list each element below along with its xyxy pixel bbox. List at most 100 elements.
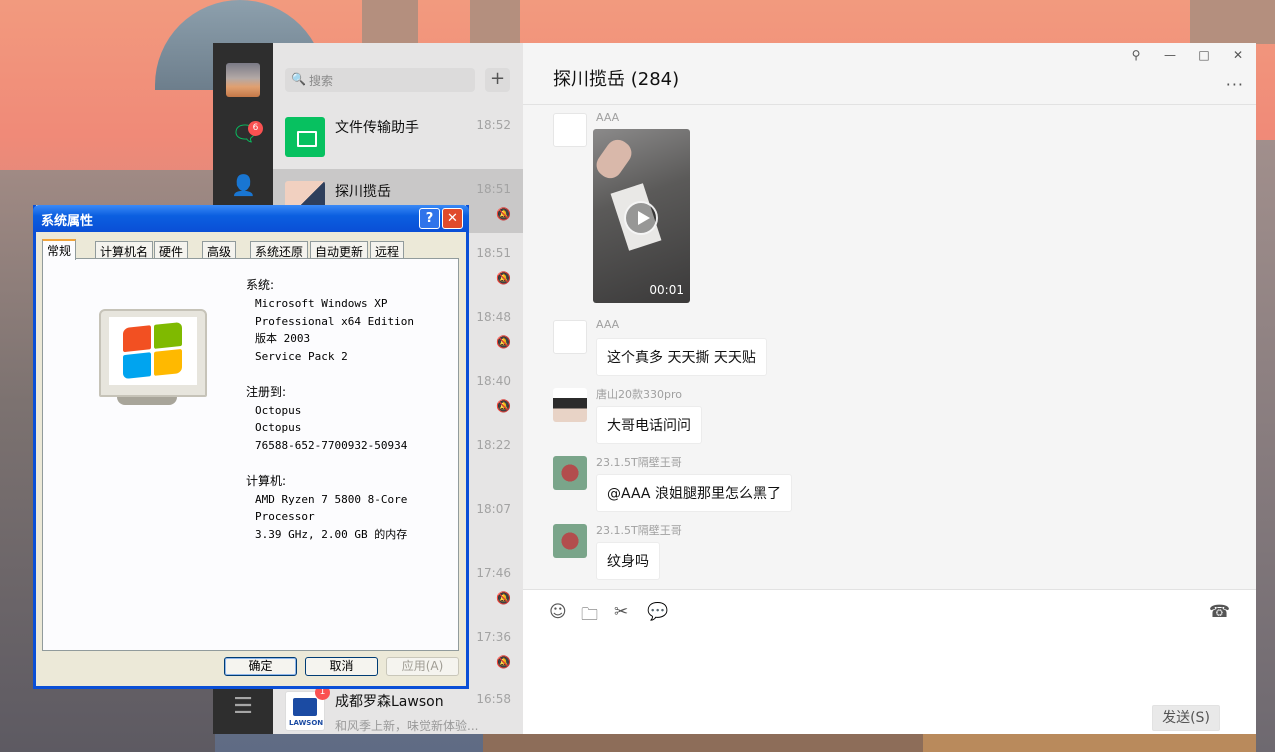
sender-avatar[interactable]	[553, 113, 587, 147]
conversation-time: 16:58	[476, 692, 511, 706]
conversation-name: 成都罗森Lawson	[335, 694, 444, 710]
mute-bell-icon: 🔕	[496, 271, 511, 285]
close-icon[interactable]: ✕	[1228, 48, 1248, 62]
sender-avatar[interactable]	[553, 456, 587, 490]
sender-avatar[interactable]	[553, 388, 587, 422]
ok-button[interactable]: 确定	[224, 657, 297, 676]
video-thumbnail-finger	[593, 135, 637, 183]
registered-line: 76588-652-7700932-50934	[255, 439, 408, 453]
video-duration: 00:01	[649, 283, 684, 297]
flag-quadrant	[123, 352, 151, 380]
mute-bell-icon: 🔕	[496, 335, 511, 349]
monitor-stand	[117, 397, 177, 405]
conversation-time: 17:36	[476, 630, 511, 644]
cancel-button[interactable]: 取消	[305, 657, 378, 676]
system-line: Professional x64 Edition	[255, 314, 414, 328]
unread-badge: 6	[248, 121, 263, 136]
search-box[interactable]: 🔍 搜索	[285, 68, 475, 92]
minimize-icon[interactable]: —	[1160, 48, 1180, 62]
video-message[interactable]: 00:01	[593, 129, 690, 303]
conversation-time: 18:22	[476, 438, 511, 452]
flag-quadrant	[123, 325, 151, 353]
dialog-title: 系统属性	[41, 214, 94, 229]
conversation-time: 18:51	[476, 182, 511, 196]
registered-line: Octopus	[255, 421, 302, 435]
maximize-icon[interactable]: □	[1194, 48, 1214, 62]
system-line: Service Pack 2	[255, 350, 348, 364]
conversation-time: 18:07	[476, 502, 511, 516]
folder-icon[interactable]: 🗀	[581, 602, 598, 631]
hamburger-menu-icon[interactable]: ☰	[231, 695, 255, 719]
tab-automatic-updates[interactable]: 自动更新	[310, 241, 369, 259]
emoji-icon[interactable]: ☺	[549, 602, 567, 622]
conversation-time: 18:52	[476, 118, 511, 132]
computer-line: 3.39 GHz, 2.00 GB 的内存	[255, 528, 408, 542]
help-icon[interactable]: ?	[419, 208, 440, 229]
sender-avatar[interactable]	[553, 320, 587, 354]
my-avatar[interactable]	[226, 63, 260, 97]
conversation-time: 18:51	[476, 246, 511, 260]
chat-panel: ⚲ — □ ✕ 探川揽岳 (284) ··· AAA 00:01 AAA 这个真…	[523, 43, 1256, 734]
tab-computer-name[interactable]: 计算机名	[95, 241, 154, 259]
system-info: 系统: Microsoft Windows XP Professional x64 …	[246, 277, 414, 544]
system-properties-dialog: 系统属性 ? ✕ 常规 计算机名 硬件 高级 系统还原 自动更新 远程 系统: M…	[33, 205, 469, 689]
mute-bell-icon: 🔕	[496, 591, 511, 605]
play-icon[interactable]	[624, 201, 658, 235]
conversation-time: 18:48	[476, 310, 511, 324]
close-icon[interactable]: ✕	[442, 208, 463, 229]
conversation-time: 18:40	[476, 374, 511, 388]
video-call-icon[interactable]: ☎	[1209, 602, 1230, 622]
lawson-logo-text: LAWSON	[289, 719, 324, 727]
more-options-icon[interactable]: ···	[1226, 75, 1244, 94]
mute-bell-icon: 🔕	[496, 655, 511, 669]
tab-hardware[interactable]: 硬件	[154, 241, 189, 259]
sender-avatar[interactable]	[553, 524, 587, 558]
tab-general[interactable]: 常规	[42, 239, 77, 260]
conversation-name: 文件传输助手	[335, 120, 419, 136]
mute-bell-icon: 🔕	[496, 399, 511, 413]
message-bubble[interactable]: 这个真多 天天撕 天天贴	[596, 338, 767, 376]
wallpaper-buildings-right	[1256, 140, 1275, 752]
sender-name: 唐山20款330pro	[596, 388, 682, 401]
tab-remote[interactable]: 远程	[370, 241, 405, 259]
contacts-icon[interactable]: 👤	[231, 173, 256, 197]
monitor-screen	[109, 317, 197, 385]
wallpaper-rooftops	[483, 734, 923, 752]
wallpaper-tower	[362, 0, 418, 44]
sender-name: AAA	[596, 318, 620, 331]
conversation-item[interactable]: 文件传输助手 18:52	[273, 105, 523, 169]
dialog-titlebar[interactable]: 系统属性 ? ✕	[33, 205, 469, 232]
sender-name: 23.1.5T隔壁王哥	[596, 524, 682, 537]
message-bubble[interactable]: 大哥电话问问	[596, 406, 702, 444]
sender-name: 23.1.5T隔壁王哥	[596, 456, 682, 469]
add-button[interactable]: +	[485, 68, 510, 92]
chat-title: 探川揽岳 (284)	[553, 69, 680, 90]
system-heading: 系统:	[246, 278, 275, 292]
search-icon: 🔍	[291, 72, 306, 86]
computer-line: Processor	[255, 510, 315, 524]
conversation-preview: 和风季上新，味觉新体验...	[335, 719, 479, 733]
message-bubble[interactable]: @AAA 浪姐腿那里怎么黑了	[596, 474, 792, 512]
flag-quadrant	[154, 321, 182, 349]
file-transfer-avatar	[285, 117, 325, 157]
conversation-time: 17:46	[476, 566, 511, 580]
system-line: 版本 2003	[255, 332, 311, 346]
message-bubble[interactable]: 纹身吗	[596, 542, 660, 580]
chat-history-icon[interactable]: 💬	[647, 602, 668, 622]
registered-line: Octopus	[255, 403, 302, 417]
wallpaper-tower	[470, 0, 520, 44]
windows-logo-monitor	[99, 309, 207, 397]
apply-button[interactable]: 应用(A)	[386, 657, 459, 676]
scissors-icon[interactable]: ✂	[614, 602, 628, 622]
windows-flag-icon	[123, 321, 183, 380]
header-divider	[523, 104, 1256, 105]
pin-icon[interactable]: ⚲	[1126, 48, 1146, 62]
tab-system-restore[interactable]: 系统还原	[250, 241, 309, 259]
wallpaper-rooftops	[920, 734, 1256, 752]
tab-advanced[interactable]: 高级	[202, 241, 237, 259]
send-button[interactable]: 发送(S)	[1152, 705, 1220, 731]
message-input-area[interactable]: ☺ 🗀 ✂ 💬 ☎ 发送(S)	[523, 589, 1256, 734]
conversation-name: 探川揽岳	[335, 184, 391, 200]
system-line: Microsoft Windows XP	[255, 296, 388, 310]
lawson-logo	[293, 698, 317, 716]
